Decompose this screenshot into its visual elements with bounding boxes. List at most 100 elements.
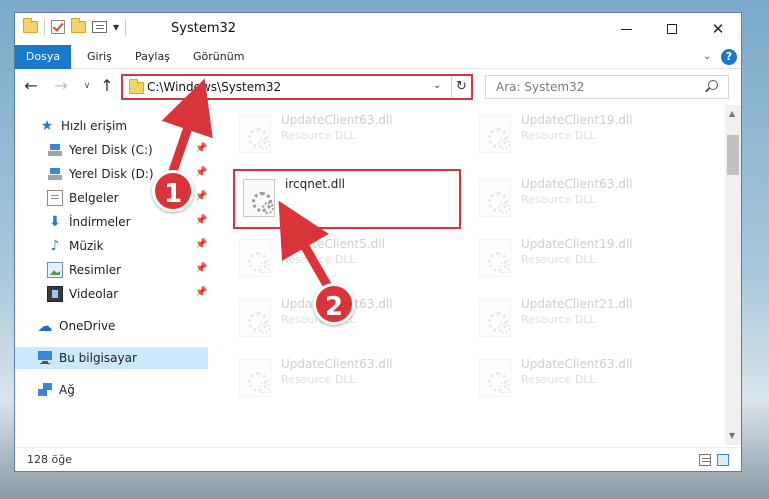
dll-file-icon xyxy=(239,359,271,397)
tab-view[interactable]: Görünüm xyxy=(181,45,256,69)
maximize-button[interactable] xyxy=(649,13,695,45)
vertical-scrollbar[interactable]: ▲ ▼ xyxy=(725,105,741,445)
scroll-up-icon[interactable]: ▲ xyxy=(729,109,735,118)
drive-icon xyxy=(47,142,63,158)
recent-locations-chevron-down-icon[interactable]: ∨ xyxy=(77,76,97,96)
sidebar-item-label: Ağ xyxy=(59,383,75,397)
file-item[interactable]: UpdateClient63.dll Resource DLL xyxy=(233,353,453,403)
dll-file-icon xyxy=(479,115,511,153)
scrollbar-thumb[interactable] xyxy=(727,135,739,175)
close-icon: ✕ xyxy=(711,20,725,38)
sidebar-item-label: Yerel Disk (D:) xyxy=(69,167,154,181)
pictures-icon xyxy=(47,262,63,278)
network-icon xyxy=(37,382,53,398)
sidebar-item-this-pc[interactable]: Bu bilgisayar xyxy=(15,347,208,369)
sidebar-item-label: Bu bilgisayar xyxy=(59,351,137,365)
download-icon: ⬇ xyxy=(49,214,61,230)
file-name: UpdateClient63.dll xyxy=(281,357,393,371)
address-bar[interactable]: C:\Windows\System32 ⌄ ↻ xyxy=(121,74,473,100)
cloud-icon: ☁ xyxy=(37,317,53,335)
file-name: UpdateClient63.dll xyxy=(521,177,633,191)
up-arrow-icon[interactable]: ↑ xyxy=(97,76,117,96)
sidebar-item-label: OneDrive xyxy=(59,319,116,333)
file-explorer-window: ▼ System32 ✕ Dosya Giriş Paylaş Görünüm … xyxy=(14,12,742,472)
sidebar-item-onedrive[interactable]: ☁ OneDrive xyxy=(15,315,208,337)
dll-file-icon xyxy=(243,179,275,217)
file-type: Resource DLL xyxy=(521,193,596,206)
file-name: UpdateClient63.dll xyxy=(521,357,633,371)
file-item[interactable]: UpdateClient63.dll Resource DLL xyxy=(233,109,453,159)
refresh-icon[interactable]: ↻ xyxy=(451,76,471,98)
scroll-down-icon[interactable]: ▼ xyxy=(729,431,735,440)
file-item[interactable]: UpdateClient19.dll Resource DLL xyxy=(473,109,693,159)
pin-icon: 📌 xyxy=(195,167,208,178)
large-icons-view-icon[interactable] xyxy=(717,454,729,466)
item-count: 128 öğe xyxy=(27,453,72,466)
sidebar-item-label: Videolar xyxy=(69,287,119,301)
file-item[interactable]: UpdateClient19.dll Resource DLL xyxy=(473,233,693,283)
file-name: UpdateClient19.dll xyxy=(521,113,633,127)
pin-icon: 📌 xyxy=(195,143,208,154)
file-type: Resource DLL xyxy=(281,373,356,386)
back-arrow-icon[interactable]: ← xyxy=(21,76,41,96)
file-item-highlighted[interactable]: ircqnet.dll xyxy=(237,173,457,223)
sidebar-item-label: Belgeler xyxy=(69,191,119,205)
file-type: Resource DLL xyxy=(281,253,356,266)
videos-icon xyxy=(47,286,63,302)
step-2-badge: 2 xyxy=(313,283,355,325)
ribbon-tabs: Dosya Giriş Paylaş Görünüm ⌄ ? xyxy=(15,45,741,69)
tab-home[interactable]: Giriş xyxy=(75,45,124,69)
dll-file-icon xyxy=(479,359,511,397)
sidebar-item-videos[interactable]: Videolar 📌 xyxy=(15,283,208,305)
file-item[interactable]: UpdateClient63.dll Resource DLL xyxy=(473,353,693,403)
star-icon: ★ xyxy=(40,118,54,134)
forward-arrow-icon[interactable]: → xyxy=(51,76,71,96)
minimize-button[interactable] xyxy=(603,13,649,45)
navigation-bar: ← → ∨ ↑ C:\Windows\System32 ⌄ ↻ Ara: Sys… xyxy=(15,70,741,104)
expand-ribbon-chevron-down-icon[interactable]: ⌄ xyxy=(703,51,711,62)
sidebar-item-quick-access[interactable]: ★ Hızlı erişim xyxy=(15,115,208,137)
file-item[interactable]: UpdateClient5.dll Resource DLL xyxy=(233,233,453,283)
sidebar-item-music[interactable]: ♪ Müzik 📌 xyxy=(15,235,208,257)
tab-share[interactable]: Paylaş xyxy=(123,45,182,69)
properties-check-icon[interactable] xyxy=(51,20,65,34)
folder-icon xyxy=(23,18,38,33)
file-type: Resource DLL xyxy=(521,129,596,142)
sidebar-item-pictures[interactable]: Resimler 📌 xyxy=(15,259,208,281)
pin-icon: 📌 xyxy=(195,191,208,202)
sidebar-item-downloads[interactable]: ⬇ İndirmeler 📌 xyxy=(15,211,208,233)
address-path[interactable]: C:\Windows\System32 xyxy=(147,80,281,94)
sidebar-item-label: Müzik xyxy=(69,239,104,253)
step-1-badge: 1 xyxy=(152,170,194,212)
quick-access-toolbar: ▼ xyxy=(23,18,127,35)
address-history-chevron-down-icon[interactable]: ⌄ xyxy=(433,80,441,91)
dll-file-icon xyxy=(479,239,511,277)
pin-icon: 📌 xyxy=(195,215,208,226)
file-item[interactable]: UpdateClient21.dll Resource DLL xyxy=(473,293,693,343)
details-view-icon[interactable] xyxy=(699,454,711,466)
drive-icon xyxy=(47,166,63,182)
search-input[interactable]: Ara: System32 xyxy=(496,80,584,94)
close-button[interactable]: ✕ xyxy=(695,13,741,45)
file-type: Resource DLL xyxy=(521,313,596,326)
file-name: UpdateClient63.dll xyxy=(281,113,393,127)
file-item[interactable]: UpdateClient63.dll Resource DLL xyxy=(473,173,693,223)
computer-icon xyxy=(37,350,53,366)
customize-toolbar-chevron-down-icon[interactable]: ▼ xyxy=(113,23,119,32)
documents-icon xyxy=(47,190,63,206)
search-box[interactable]: Ara: System32 xyxy=(485,75,729,99)
sidebar-item-network[interactable]: Ağ xyxy=(15,379,208,401)
tab-file[interactable]: Dosya xyxy=(15,45,71,69)
search-icon[interactable] xyxy=(708,80,718,90)
help-icon[interactable]: ? xyxy=(721,49,737,65)
window-title: System32 xyxy=(171,21,237,36)
properties-icon[interactable] xyxy=(92,21,107,33)
new-folder-icon[interactable] xyxy=(71,18,86,33)
sidebar-item-local-disk-c[interactable]: Yerel Disk (C:) 📌 xyxy=(15,139,208,161)
maximize-icon xyxy=(667,24,677,34)
dll-file-icon xyxy=(479,179,511,217)
file-type: Resource DLL xyxy=(521,253,596,266)
pin-icon: 📌 xyxy=(195,287,208,298)
file-name: ircqnet.dll xyxy=(285,177,346,191)
file-name: UpdateClient5.dll xyxy=(281,237,385,251)
